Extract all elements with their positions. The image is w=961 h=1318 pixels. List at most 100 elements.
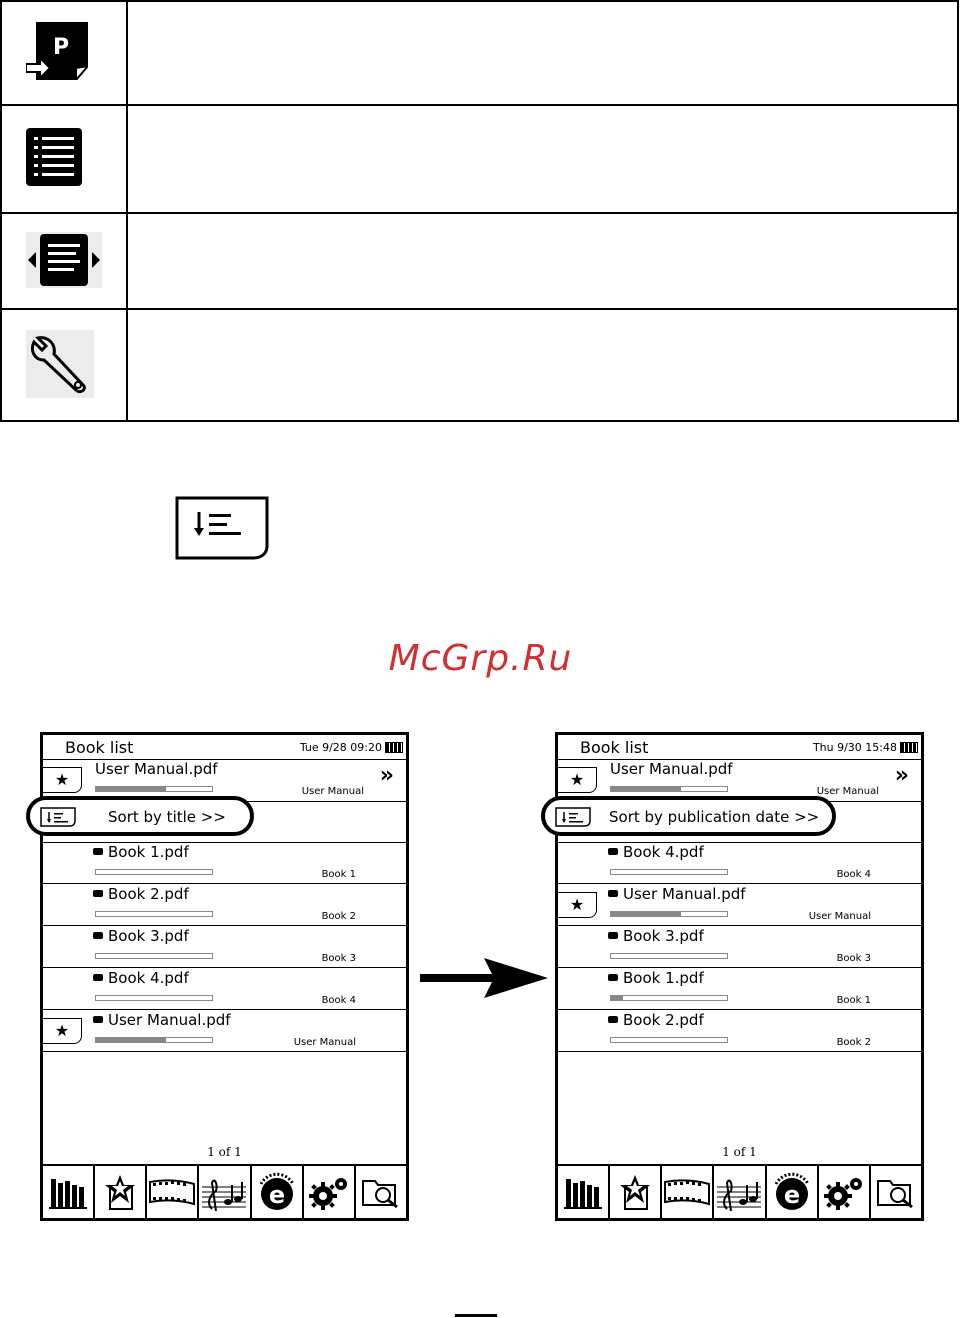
- icon-row-list: [2, 106, 957, 214]
- settings-icon: [308, 1178, 347, 1210]
- progress-fill: [96, 1038, 166, 1042]
- book-name: Book 2.pdf: [623, 1011, 704, 1029]
- file-browser-icon: [361, 1180, 398, 1209]
- reading-progress: [610, 1037, 728, 1043]
- reading-progress: [95, 911, 213, 917]
- progress-fill: [611, 787, 681, 791]
- reading-progress: [95, 995, 213, 1001]
- reading-progress: [95, 1037, 213, 1043]
- book-author: Book 3: [836, 953, 871, 964]
- book-row[interactable]: Book 4.pdf Book 4: [43, 968, 406, 1010]
- progress-fill: [611, 912, 681, 916]
- tab-file-browser[interactable]: [353, 1166, 406, 1218]
- sort-list-icon: [555, 807, 591, 827]
- book-row[interactable]: Book 3.pdf Book 3: [558, 926, 921, 968]
- book-row[interactable]: ★ User Manual.pdf User Manual: [558, 884, 921, 926]
- progress-fill: [611, 996, 623, 1000]
- music-icon: [717, 1179, 762, 1211]
- battery-icon: [385, 742, 403, 753]
- description-cell: [130, 2, 957, 104]
- icon-row-goto-page: P: [2, 2, 957, 106]
- tab-favorites[interactable]: [93, 1166, 145, 1218]
- svg-text:e: e: [268, 1181, 284, 1209]
- icon-row-page-width: [2, 214, 957, 310]
- star-icon[interactable]: ★: [558, 892, 597, 918]
- reading-progress: [610, 786, 728, 792]
- reading-progress: [95, 953, 213, 959]
- book-name: Book 1.pdf: [623, 969, 704, 987]
- sort-list-icon: [175, 496, 269, 560]
- reading-progress: [610, 995, 728, 1001]
- book-name: Book 3.pdf: [108, 927, 189, 945]
- tab-onextbook[interactable]: e: [764, 1166, 817, 1218]
- book-author: User Manual: [301, 786, 364, 797]
- double-chevron-right-icon[interactable]: »: [380, 763, 394, 788]
- star-icon[interactable]: ★: [558, 767, 597, 793]
- minus-icon: [608, 932, 618, 939]
- book-author: Book 2: [836, 1037, 871, 1048]
- book-name: User Manual.pdf: [108, 1011, 231, 1029]
- sort-list-icon: [40, 807, 76, 827]
- tab-settings[interactable]: [301, 1166, 354, 1218]
- sort-by-publication-date-button[interactable]: Sort by publication date >>: [541, 796, 836, 836]
- book-author: Book 2: [321, 911, 356, 922]
- music-icon: [202, 1179, 247, 1211]
- tab-music[interactable]: [712, 1166, 764, 1218]
- book-name: Book 1.pdf: [108, 843, 189, 861]
- book-row[interactable]: Book 4.pdf Book 4: [558, 842, 921, 884]
- book-author: Book 4: [836, 869, 871, 880]
- tab-favorites[interactable]: [608, 1166, 660, 1218]
- book-name: Book 4.pdf: [108, 969, 189, 987]
- tab-music[interactable]: [197, 1166, 249, 1218]
- icon-cell: [2, 106, 128, 212]
- reading-progress: [610, 953, 728, 959]
- tab-file-browser[interactable]: [868, 1166, 921, 1218]
- book-author: Book 1: [321, 869, 356, 880]
- status-bar: Book list Tue 9/28 09:20: [43, 735, 406, 760]
- arrow-right-icon: [420, 958, 548, 998]
- favorites-icon: [620, 1175, 651, 1210]
- video-icon: [149, 1179, 196, 1206]
- book-row[interactable]: Book 1.pdf Book 1: [558, 968, 921, 1010]
- page-number-underline: [455, 1314, 497, 1317]
- screen-title: Book list: [65, 738, 134, 757]
- book-row[interactable]: Book 1.pdf Book 1: [43, 842, 406, 884]
- datetime: Tue 9/28 09:20: [299, 741, 382, 754]
- star-icon[interactable]: ★: [43, 767, 82, 793]
- book-row[interactable]: Book 3.pdf Book 3: [43, 926, 406, 968]
- onextbook-icon: e: [774, 1172, 809, 1210]
- page-width-icon: [26, 232, 102, 288]
- description-cell: [130, 214, 957, 308]
- tab-video[interactable]: [660, 1166, 712, 1218]
- icon-cell: [2, 214, 128, 308]
- reading-progress: [610, 869, 728, 875]
- tab-onextbook[interactable]: e: [249, 1166, 302, 1218]
- book-name: User Manual.pdf: [623, 885, 746, 903]
- book-author: User Manual: [808, 911, 871, 922]
- star-icon[interactable]: ★: [43, 1018, 82, 1044]
- tab-library[interactable]: [43, 1166, 93, 1218]
- book-row[interactable]: ★ User Manual.pdf User Manual: [43, 1010, 406, 1052]
- icon-cell: [2, 310, 128, 422]
- onextbook-icon: e: [259, 1172, 294, 1210]
- svg-text:e: e: [783, 1181, 799, 1209]
- sort-label: Sort by title >>: [108, 808, 226, 826]
- battery-icon: [900, 742, 918, 753]
- status-bar: Book list Thu 9/30 15:48: [558, 735, 921, 760]
- tab-settings[interactable]: [816, 1166, 869, 1218]
- tab-library[interactable]: [558, 1166, 608, 1218]
- description-cell: [130, 106, 957, 212]
- book-row[interactable]: Book 2.pdf Book 2: [43, 884, 406, 926]
- minus-icon: [608, 848, 618, 855]
- book-name: Book 3.pdf: [623, 927, 704, 945]
- sort-by-title-button[interactable]: Sort by title >>: [26, 796, 254, 836]
- book-row[interactable]: Book 2.pdf Book 2: [558, 1010, 921, 1052]
- tab-video[interactable]: [145, 1166, 197, 1218]
- book-name: User Manual.pdf: [95, 760, 218, 778]
- double-chevron-right-icon[interactable]: »: [895, 763, 909, 788]
- library-icon: [49, 1179, 88, 1209]
- reading-progress: [610, 911, 728, 917]
- bottom-tab-bar: e: [43, 1164, 406, 1218]
- icon-row-settings: [2, 310, 957, 422]
- list-icon: [26, 128, 82, 186]
